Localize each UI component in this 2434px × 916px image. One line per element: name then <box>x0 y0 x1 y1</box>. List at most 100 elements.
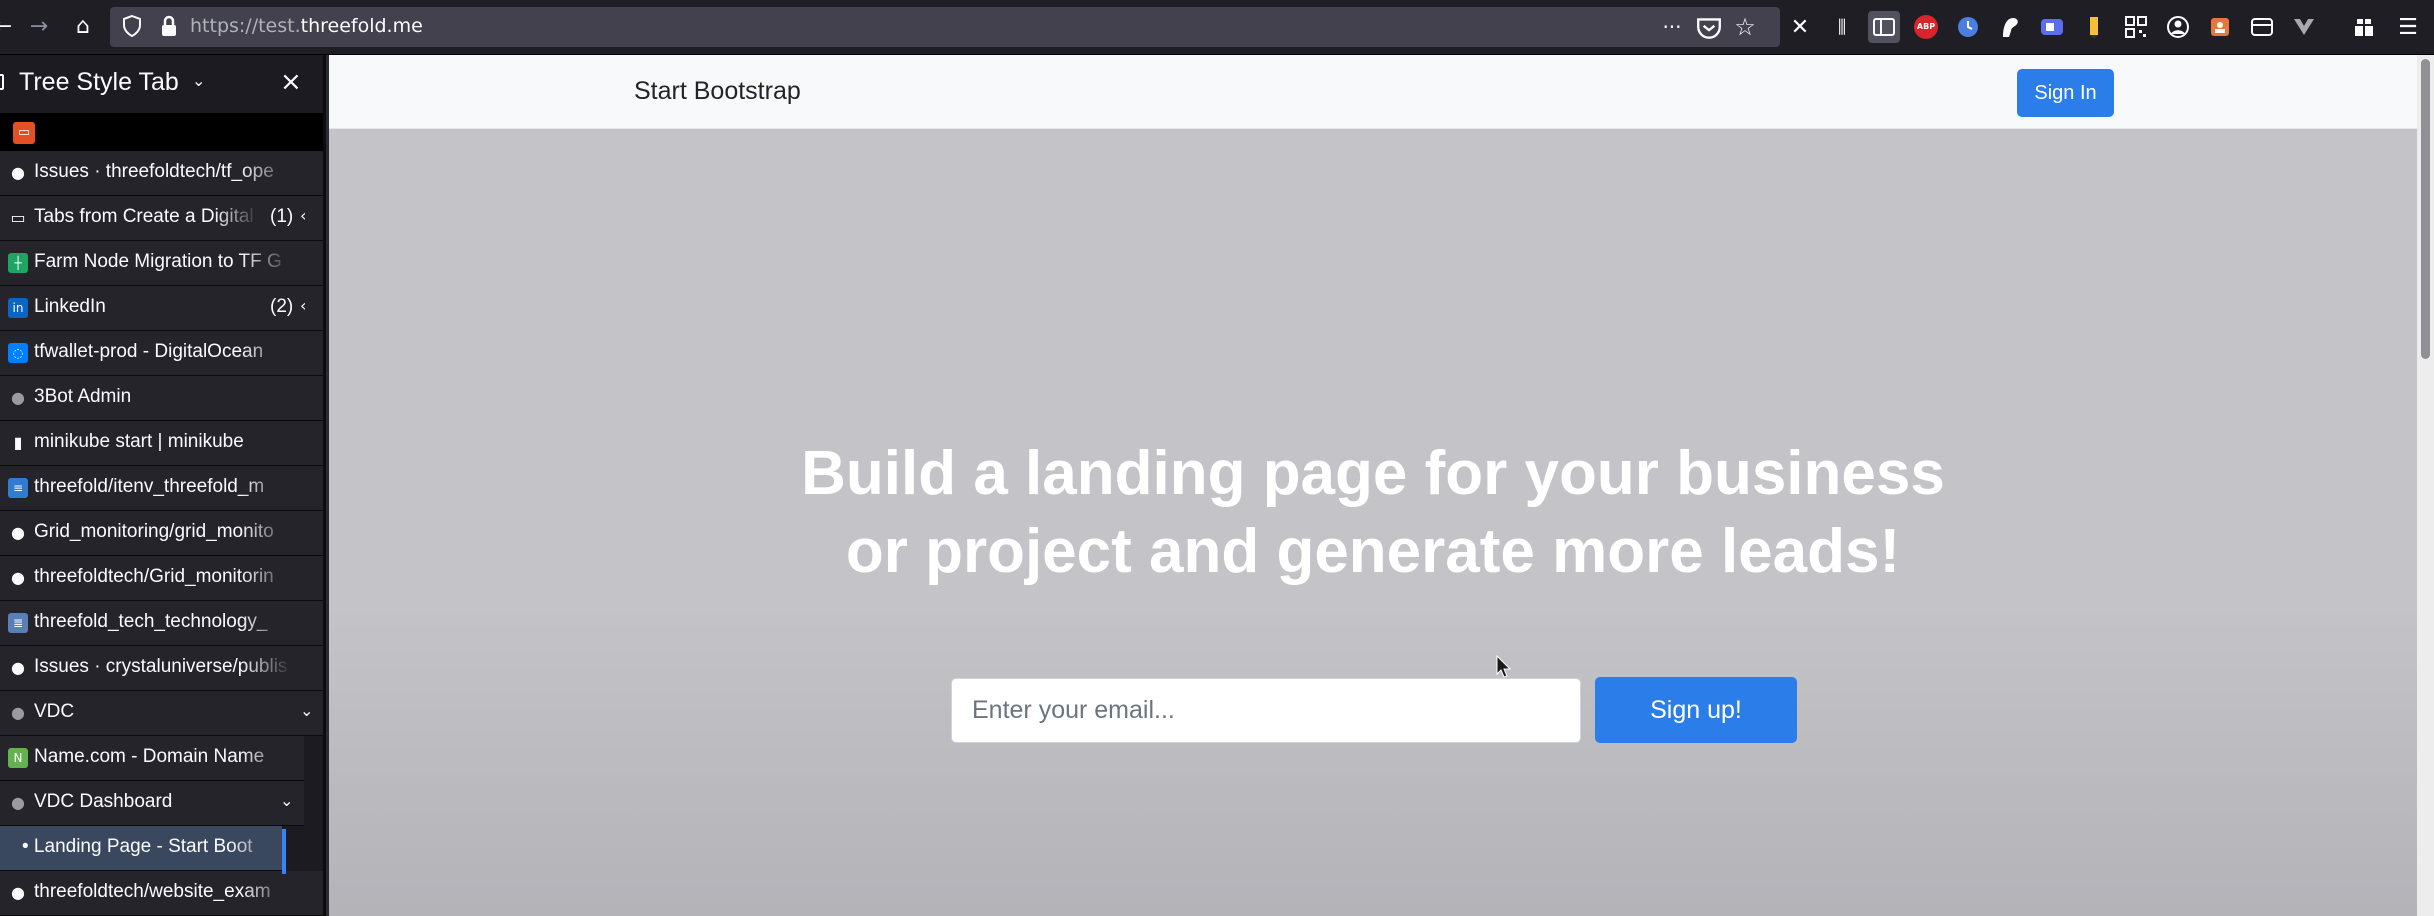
sidebar-tab-title: minikube start | minikube <box>34 431 244 452</box>
close-icon[interactable]: × <box>280 67 302 97</box>
page-navbar: Start Bootstrap Sign In <box>329 55 2417 129</box>
forward-button[interactable]: → <box>22 10 56 44</box>
email-input[interactable] <box>951 678 1581 743</box>
sidebar-tab-title: tfwallet-prod - DigitalOcean <box>34 341 264 362</box>
sidebar-tab[interactable]: • Landing Page - Start Boot <box>0 826 282 871</box>
page-actions-icon[interactable]: ··· <box>1658 13 1686 41</box>
video-extension-icon[interactable] <box>2036 11 2068 43</box>
extensions-icon[interactable] <box>2348 11 2380 43</box>
tree-style-tab-sidebar: Tree Style Tab ⌄ × ▭ ● Issues · threefold… <box>0 55 326 916</box>
hero-section: Build a landing page for your business o… <box>329 129 2417 916</box>
sidebar-tab-title: Grid_monitoring/grid_monito <box>34 521 274 542</box>
home-button[interactable]: ⌂ <box>66 10 100 44</box>
page-icon: ▮ <box>13 433 23 452</box>
qr-code-icon[interactable] <box>2120 11 2152 43</box>
pinned-tab-icon[interactable]: ▭ <box>13 122 35 144</box>
brand-link[interactable]: Start Bootstrap <box>634 77 801 106</box>
vpn-extension-icon[interactable] <box>2288 11 2320 43</box>
sidebar-tab-title: 3Bot Admin <box>34 386 132 407</box>
hero-headline-line2: or project and generate more leads! <box>845 517 1901 586</box>
sign-in-button[interactable]: Sign In <box>2017 69 2114 117</box>
github-icon: ● <box>11 883 25 902</box>
gift-extension-icon[interactable] <box>2204 11 2236 43</box>
sidebar-tab-title: Issues · threefoldtech/tf_ope <box>34 161 274 182</box>
sidebar-tab-title: Tabs from Create a Digital <box>34 206 254 227</box>
adblock-badge: ABP <box>1914 15 1938 39</box>
adblock-icon[interactable]: ABP <box>1910 11 1942 43</box>
sidebar-title[interactable]: Tree Style Tab <box>19 68 179 97</box>
scrollbar-thumb[interactable] <box>2421 59 2430 359</box>
pencil-extension-icon[interactable] <box>2078 11 2110 43</box>
bookmark-star-icon[interactable]: ☆ <box>1731 13 1759 41</box>
sidebar-tab[interactable]: ● Grid_monitoring/grid_monito <box>0 511 323 556</box>
3bot-icon: ● <box>11 388 25 407</box>
tracking-shield-icon[interactable] <box>122 15 142 37</box>
container-extension-icon[interactable] <box>2246 11 2278 43</box>
library-icon[interactable]: ⫼ <box>1826 11 1858 43</box>
sidebar-tab[interactable]: ◌ tfwallet-prod - DigitalOcean <box>0 331 323 376</box>
back-button[interactable]: ← <box>0 10 20 44</box>
sidebar-tab[interactable]: ● VDC Dashboard ⌄ <box>0 781 304 826</box>
ghostery-extension-icon[interactable] <box>1994 11 2026 43</box>
url-bar[interactable]: https://test.threefold.me ··· ☆ <box>110 7 1780 47</box>
chevron-down-icon[interactable]: ⌄ <box>192 71 205 90</box>
digitalocean-icon: ◌ <box>8 343 28 363</box>
url-prefix: https://test. <box>190 15 301 37</box>
sidebar-tab[interactable]: ▮ minikube start | minikube <box>0 421 323 466</box>
sidebar-switcher-icon[interactable] <box>0 74 4 90</box>
sidebar-header: Tree Style Tab ⌄ × <box>0 55 323 113</box>
namecom-icon: N <box>8 748 28 768</box>
sign-up-button[interactable]: Sign up! <box>1595 677 1797 743</box>
github-icon: ● <box>11 658 25 677</box>
sidebar-tab[interactable]: ● threefoldtech/Grid_monitorin <box>0 556 323 601</box>
collapsed-count-badge: (2) <box>270 296 294 317</box>
hero-headline-line1: Build a landing page for your business <box>801 439 1945 508</box>
sidebar-tab[interactable]: ● Issues · crystaluniverse/publis <box>0 646 323 691</box>
gitea-icon: ≡ <box>8 478 28 498</box>
sidebar-tab-title: Issues · crystaluniverse/publis <box>34 656 288 677</box>
sidebar-tab[interactable]: ● 3Bot Admin <box>0 376 323 421</box>
sidebar-tab[interactable]: ● VDC ⌄ <box>0 691 323 736</box>
sidebar-tab-title: threefoldtech/website_exam <box>34 881 271 902</box>
sidebar-tab-title: LinkedIn <box>34 296 106 317</box>
lock-icon[interactable] <box>160 15 178 37</box>
page-scrollbar[interactable] <box>2417 55 2434 916</box>
pocket-icon[interactable] <box>1695 14 1723 42</box>
account-icon[interactable] <box>2162 11 2194 43</box>
pinned-tabs-strip: ▭ <box>0 113 323 151</box>
linkedin-icon: in <box>8 298 28 318</box>
sidebar-tab[interactable]: ● Issues · threefoldtech/tf_ope <box>0 151 323 196</box>
sidebar-tab-title: Farm Node Migration to TF G <box>34 251 282 272</box>
sidebar-tab-title: VDC Dashboard <box>34 791 173 812</box>
chevron-down-icon[interactable]: ⌄ <box>280 791 293 810</box>
sidebar-tab-title: threefold/itenv_threefold_m <box>34 476 265 497</box>
sidebar-tab[interactable]: in LinkedIn (2) ‹ <box>0 286 323 331</box>
chevron-left-icon[interactable]: ‹ <box>300 206 306 225</box>
hero-headline: Build a landing page for your business o… <box>329 435 2417 591</box>
hamburger-menu-icon[interactable]: ☰ <box>2392 11 2424 43</box>
doc-icon: ≣ <box>8 613 28 633</box>
chevron-left-icon[interactable]: ‹ <box>300 296 306 315</box>
browser-toolbar: ← → ⌂ https://test.threefold.me ··· ☆ ✕ … <box>0 0 2434 55</box>
sidebar-tab[interactable]: ≡ threefold/itenv_threefold_m <box>0 466 323 511</box>
url-text[interactable]: https://test.threefold.me <box>190 15 423 37</box>
sidebar-tab[interactable]: N Name.com - Domain Name <box>0 736 304 781</box>
3bot-icon: ● <box>11 793 25 812</box>
sidebar-toggle-icon[interactable] <box>1868 11 1900 43</box>
clock-extension-icon[interactable] <box>1952 11 1984 43</box>
sidebar-tab[interactable]: ≣ threefold_tech_technology_ <box>0 601 323 646</box>
github-icon: ● <box>11 163 25 182</box>
sidebar-tab[interactable]: ┼ Farm Node Migration to TF G <box>0 241 323 286</box>
url-domain: threefold.me <box>300 15 423 37</box>
sidebar-tab-title: • Landing Page - Start Boot <box>22 836 253 857</box>
github-icon: ● <box>11 568 25 587</box>
stop-loading-icon[interactable]: ✕ <box>1784 11 1816 43</box>
sidebar-tab-title: threefoldtech/Grid_monitorin <box>34 566 274 587</box>
collapsed-count-badge: (1) <box>270 206 294 227</box>
chevron-down-icon[interactable]: ⌄ <box>300 701 313 720</box>
sidebar-tab[interactable]: ● threefoldtech/website_exam <box>0 871 323 916</box>
active-tab-indicator <box>282 829 286 874</box>
sheets-icon: ┼ <box>8 253 28 273</box>
github-icon: ● <box>11 523 25 542</box>
sidebar-tab[interactable]: ▭ Tabs from Create a Digital (1) ‹ <box>0 196 323 241</box>
